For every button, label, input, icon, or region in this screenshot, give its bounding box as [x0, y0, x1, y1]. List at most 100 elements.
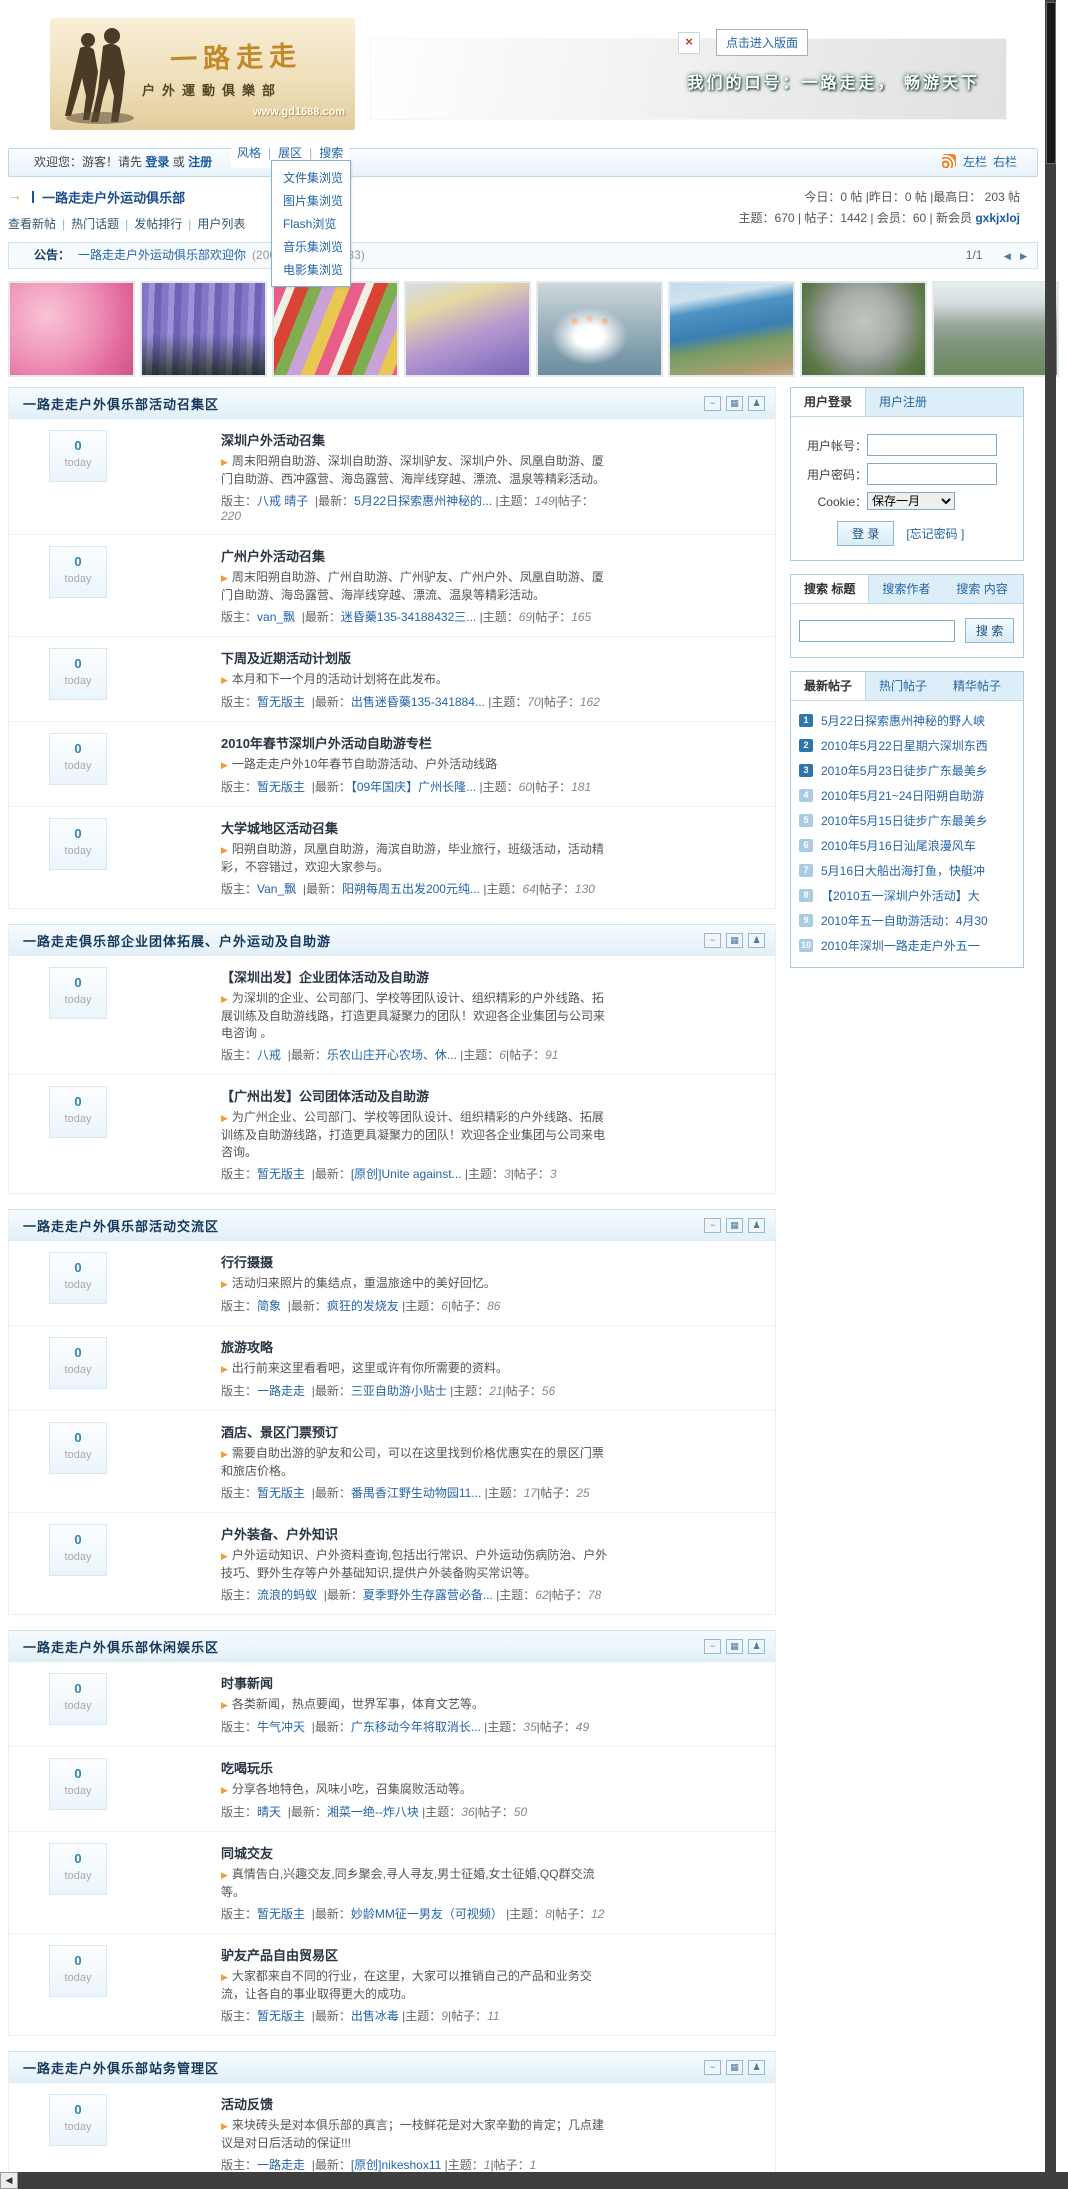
grid-view-icon[interactable]: ▦: [726, 2059, 743, 2075]
boulder-photo[interactable]: [800, 281, 927, 378]
latest-post-link[interactable]: 【09年国庆】广州长隆...: [351, 780, 476, 794]
moderator-link[interactable]: 暂无版主: [257, 780, 305, 794]
latest-post-link[interactable]: 广东移动今年将取消长...: [351, 1720, 481, 1734]
top-nav-link[interactable]: 展区: [278, 146, 302, 160]
scroll-left-arrow[interactable]: ◀: [0, 2172, 18, 2189]
moderator-link[interactable]: 一路走走: [257, 2158, 305, 2172]
post-link[interactable]: 5月16日大船出海打鱼，快艇冲: [821, 862, 985, 879]
search-tab-0[interactable]: 搜索 标题: [791, 575, 870, 604]
search-button[interactable]: 搜 索: [965, 618, 1015, 644]
search-input[interactable]: [799, 619, 955, 642]
login-button[interactable]: 登 录: [837, 521, 895, 547]
rss-icon[interactable]: [941, 154, 956, 168]
dropdown-item[interactable]: 音乐集浏览: [272, 235, 350, 258]
forum-title-link[interactable]: 吃喝玩乐: [221, 1758, 273, 1777]
member-icon[interactable]: ♟: [748, 932, 765, 948]
forum-title-link[interactable]: 驴友产品自由贸易区: [221, 1945, 338, 1964]
member-icon[interactable]: ♟: [748, 395, 765, 411]
section-title[interactable]: 一路走走户外俱乐部休闲娱乐区: [23, 1637, 219, 1656]
forum-title-link[interactable]: 2010年春节深圳户外活动自助游专栏: [221, 733, 432, 752]
speedboat-photo[interactable]: [536, 281, 663, 378]
forgot-password-link[interactable]: [忘记密码 ]: [906, 525, 964, 542]
section-title[interactable]: 一路走走户外俱乐部活动召集区: [23, 394, 219, 413]
next-announcement-icon[interactable]: ▶: [1020, 251, 1027, 261]
moderator-link[interactable]: 八戒 晴子: [257, 494, 308, 508]
moderator-link[interactable]: van_飘: [257, 610, 295, 624]
grid-view-icon[interactable]: ▦: [726, 1217, 743, 1233]
flower-field-photo[interactable]: [404, 281, 531, 378]
forum-title-link[interactable]: 酒店、景区门票预订: [221, 1422, 338, 1441]
top-nav-link[interactable]: 搜索: [319, 146, 343, 160]
collapse-icon[interactable]: −: [704, 932, 721, 948]
login-link[interactable]: 登录: [145, 155, 169, 169]
quick-link[interactable]: 查看新帖: [8, 217, 56, 231]
section-title[interactable]: 一路走走户外俱乐部站务管理区: [23, 2058, 219, 2077]
mountain-photo[interactable]: [932, 281, 1059, 378]
latest-post-link[interactable]: 妙龄MM征一男友（可视频）: [351, 1907, 503, 1921]
announcement-link[interactable]: 一路走走户外运动俱乐部欢迎你: [78, 243, 246, 268]
forum-title-link[interactable]: 【广州出发】公司团体活动及自助游: [221, 1086, 429, 1105]
latest-post-link[interactable]: 迷昏藥135-34188432三...: [341, 610, 476, 624]
password-input[interactable]: [867, 463, 997, 486]
latest-post-link[interactable]: 湘菜一绝--炸八块: [327, 1805, 419, 1819]
dropdown-item[interactable]: 文件集浏览: [272, 166, 350, 189]
latest-post-link[interactable]: 三亚自助游小贴士: [351, 1384, 447, 1398]
moderator-link[interactable]: 暂无版主: [257, 1167, 305, 1181]
account-input[interactable]: [867, 434, 997, 457]
grid-view-icon[interactable]: ▦: [726, 932, 743, 948]
post-link[interactable]: 5月22日探索惠州神秘的野人峡: [821, 712, 985, 729]
close-icon[interactable]: ×: [677, 31, 700, 54]
latest-post-link[interactable]: 阳朔每周五出发200元纯...: [342, 882, 480, 896]
post-link[interactable]: 2010年5月15日徒步广东最美乡: [821, 812, 988, 829]
site-logo[interactable]: 一路走走 户外運動俱樂部 www.gd1688.com: [50, 18, 355, 130]
post-link[interactable]: 2010年深圳一路走走户外五一: [821, 937, 980, 954]
tab-user-login[interactable]: 用户登录: [791, 388, 867, 417]
horizontal-scrollbar[interactable]: ◀: [0, 2172, 1068, 2189]
grid-view-icon[interactable]: ▦: [726, 1638, 743, 1654]
latest-post-link[interactable]: 番禺香江野生动物园11...: [351, 1486, 481, 1500]
lavender-photo[interactable]: [140, 281, 267, 378]
vertical-scrollbar-thumb[interactable]: [1046, 2, 1056, 164]
vertical-scrollbar[interactable]: [1045, 0, 1056, 2172]
moderator-link[interactable]: 暂无版主: [257, 1486, 305, 1500]
quick-link[interactable]: 用户列表: [197, 217, 245, 231]
search-tab-2[interactable]: 搜索 内容: [943, 575, 1020, 603]
moderator-link[interactable]: 简象: [257, 1299, 281, 1313]
moderator-link[interactable]: 一路走走: [257, 1384, 305, 1398]
collapse-icon[interactable]: −: [704, 395, 721, 411]
member-icon[interactable]: ♟: [748, 1638, 765, 1654]
moderator-link[interactable]: 暂无版主: [257, 2009, 305, 2023]
newest-member-link[interactable]: gxkjxloj: [975, 211, 1020, 225]
forum-title-link[interactable]: 同城交友: [221, 1843, 273, 1862]
post-link[interactable]: 【2010五一深圳户外活动】大: [821, 887, 980, 904]
rocky-coast-photo[interactable]: [668, 281, 795, 378]
prev-announcement-icon[interactable]: ◀: [1004, 251, 1011, 261]
forum-title-link[interactable]: 行行摄摄: [221, 1252, 273, 1271]
moderator-link[interactable]: 八戒: [257, 1048, 281, 1062]
register-link[interactable]: 注册: [188, 155, 212, 169]
forum-title-link[interactable]: 大学城地区活动召集: [221, 818, 338, 837]
forum-title-link[interactable]: 时事新闻: [221, 1673, 273, 1692]
latest-post-link[interactable]: 夏季野外生存露营必备...: [363, 1588, 493, 1602]
forum-title-link[interactable]: 【深圳出发】企业团体活动及自助游: [221, 967, 429, 986]
post-link[interactable]: 2010年5月22日星期六深圳东西: [821, 737, 988, 754]
flower-stripes-photo[interactable]: [272, 281, 399, 378]
collapse-icon[interactable]: −: [704, 1217, 721, 1233]
latest-post-link[interactable]: 5月22日探索惠州神秘的...: [354, 494, 492, 508]
enter-forum-button[interactable]: 点击进入版面: [715, 29, 808, 56]
moderator-link[interactable]: 流浪的蚂蚁: [257, 1588, 317, 1602]
top-nav-link[interactable]: 风格: [237, 146, 261, 160]
post-link[interactable]: 2010年5月23日徒步广东最美乡: [821, 762, 988, 779]
dropdown-item[interactable]: Flash浏览: [272, 212, 350, 235]
rss-column-link[interactable]: 右栏: [993, 155, 1017, 169]
forum-title-link[interactable]: 活动反馈: [221, 2094, 273, 2113]
post-link[interactable]: 2010年5月16日汕尾浪漫风车: [821, 837, 976, 854]
forum-title-link[interactable]: 深圳户外活动召集: [221, 430, 325, 449]
quick-link[interactable]: 热门话题: [71, 217, 119, 231]
moderator-link[interactable]: 暂无版主: [257, 695, 305, 709]
collapse-icon[interactable]: −: [704, 2059, 721, 2075]
latest-post-link[interactable]: 出售冰毒: [351, 2009, 399, 2023]
rss-column-link[interactable]: 左栏: [963, 155, 987, 169]
collapse-icon[interactable]: −: [704, 1638, 721, 1654]
latest-post-link[interactable]: 乐农山庄开心农场、休...: [327, 1048, 457, 1062]
